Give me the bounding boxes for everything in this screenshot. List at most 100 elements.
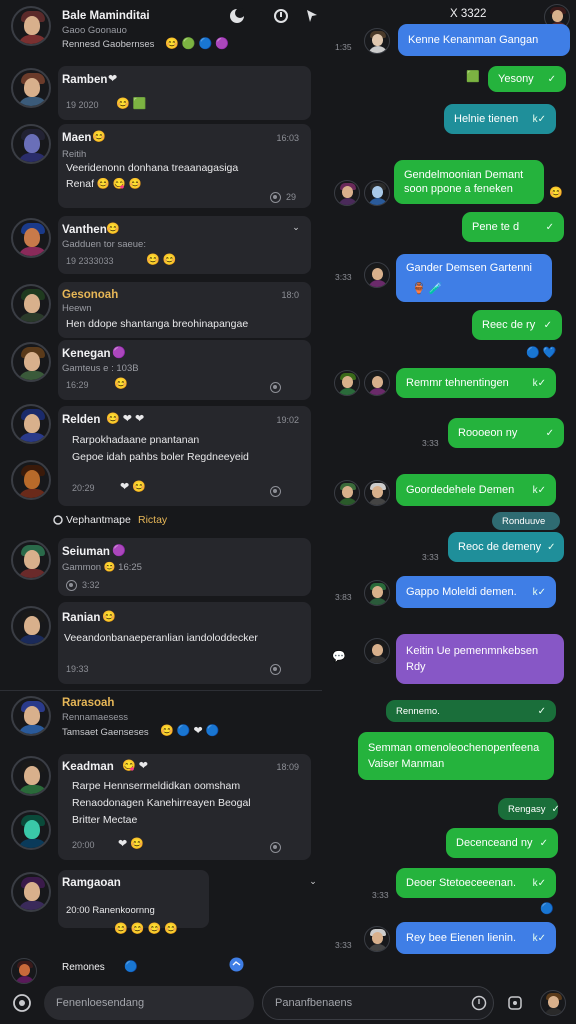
message-avatar[interactable] <box>364 180 390 206</box>
section-emoji: 😊 🔵 ❤ 🔵 <box>160 725 220 737</box>
moon-icon[interactable] <box>228 7 246 25</box>
conversation-sub: Gammon 😊 16:25 <box>62 562 142 573</box>
conversation-card[interactable]: Ramgaoan 20:00 Ranenkoornng <box>58 870 209 928</box>
conversation-avatar[interactable] <box>11 460 51 500</box>
message-avatar[interactable] <box>364 262 390 288</box>
conversation-card[interactable]: Kenegan 🟣 Gamteus e : 103B 16:29 😊 <box>58 340 311 400</box>
conversation-avatar[interactable] <box>11 958 37 984</box>
message-bubble[interactable]: Reoc de demeny ✓ <box>448 532 564 562</box>
message-avatar[interactable] <box>334 480 360 506</box>
avatar[interactable] <box>11 696 51 736</box>
read-status-icon <box>270 192 281 203</box>
message-bubble[interactable]: Goordedehele Demen k✓ <box>396 474 556 506</box>
conversation-card[interactable]: Gesonoah 18:0 Heewn Hen ddope shantanga … <box>58 282 311 338</box>
message-bubble[interactable]: Pene te d ✓ <box>462 212 564 242</box>
chevron-down-icon[interactable]: ⌄ <box>291 222 301 232</box>
conversation-avatar[interactable] <box>11 404 51 444</box>
message-time: 3:33 <box>422 552 439 562</box>
message-emoji: 😊 <box>549 187 563 199</box>
conversation-emoji: 🟣 <box>112 347 126 359</box>
chevron-down-icon[interactable]: ⌄ <box>308 876 318 886</box>
conversation-card[interactable]: Relden 😊 ❤ ❤ 19:02 Rarpokhadaane pnantan… <box>58 406 311 506</box>
message-text: Gander Demsen Gartenni <box>406 262 532 274</box>
message-input-placeholder: Fenenloesendang <box>56 997 145 1009</box>
message-text: Gappo Moleldi demen. <box>406 586 517 598</box>
message-bubble[interactable]: Helnie tienen k✓ <box>444 104 556 134</box>
message-bubble[interactable]: Rey bee Eienen lienin. k✓ <box>396 922 556 954</box>
attachment-icon[interactable] <box>506 994 524 1012</box>
conversation-avatar[interactable] <box>11 540 51 580</box>
conversation-emoji: 😊 ❤ ❤ <box>106 413 145 425</box>
conversation-preview-3: Britter Mectae <box>72 814 138 826</box>
conversation-name: Gesonoah <box>62 289 119 301</box>
message-avatar[interactable] <box>364 638 390 664</box>
conversation-name: Remones <box>62 962 105 973</box>
message-avatar[interactable] <box>364 370 390 396</box>
message-bubble[interactable]: Semman omenoleochenopenfeena Vaiser Manm… <box>358 732 554 780</box>
conversation-card[interactable]: Seiuman 🟣 Gammon 😊 16:25 3:32 <box>58 538 311 596</box>
message-bubble[interactable]: Remmr tehnentingen k✓ <box>396 368 556 398</box>
message-avatar[interactable] <box>364 580 390 606</box>
section-title: Rarasoah <box>62 697 115 709</box>
message-bubble[interactable]: Decenceand ny ✓ <box>446 828 558 858</box>
sticker-icon[interactable] <box>11 992 33 1014</box>
conversation-card[interactable]: Ranian 😊 Veeandonbanaeperanlian iandolod… <box>58 602 311 684</box>
message-text: Semman omenoleochenopenfeena Vaiser Manm… <box>368 742 540 770</box>
conversation-avatar[interactable] <box>11 606 51 646</box>
message-text: Kenne Kenanman Gangan <box>408 34 539 46</box>
message-avatar[interactable] <box>334 370 360 396</box>
message-avatar[interactable] <box>364 480 390 506</box>
chat-title: X 3322 <box>450 8 487 20</box>
conversation-avatar[interactable] <box>11 342 51 382</box>
message-input[interactable]: Fenenloesendang <box>44 986 254 1020</box>
message-bubble[interactable]: Roooeon ny ✓ <box>448 418 564 448</box>
conversation-name: Kenegan <box>62 348 111 360</box>
conversation-avatar[interactable] <box>11 872 51 912</box>
conversation-avatar[interactable] <box>11 218 51 258</box>
conversation-card[interactable]: Maen 😊 16:03 Reitih Veeridenonn donhana … <box>58 124 311 208</box>
message-bubble[interactable]: Yesony ✓ <box>488 66 566 92</box>
chat-bubble-icon[interactable] <box>228 956 244 972</box>
conversation-card[interactable]: Vanthen 😊 Gadduen tor saeue: 19 2333033 … <box>58 216 311 274</box>
conversation-time: 16:29 <box>66 380 89 390</box>
message-bubble[interactable]: Keitin Ue pemenmnkebsen Rdy <box>396 634 564 684</box>
conversation-avatar[interactable] <box>11 68 51 108</box>
conversation-avatar[interactable] <box>11 124 51 164</box>
message-avatar[interactable] <box>364 28 390 54</box>
message-avatar[interactable] <box>364 926 390 952</box>
conversation-card[interactable]: Keadman 😋 ❤ 18:09 Rarpe Hennsermeldidkan… <box>58 754 311 860</box>
message-avatar[interactable] <box>334 180 360 206</box>
conversation-preview: Hen ddope shantanga breohinapangae <box>66 318 249 330</box>
timer-icon[interactable] <box>470 994 488 1012</box>
refresh-icon[interactable] <box>272 7 290 25</box>
message-bubble[interactable]: Kenne Kenanman Gangan <box>398 24 570 56</box>
message-reaction: 🔵 💙 <box>526 347 557 359</box>
conversation-extra: 😊 😊 <box>146 254 177 266</box>
message-bubble[interactable]: Gendelmoonian Demant soon ppone a feneke… <box>394 160 544 204</box>
message-bubble[interactable]: Gappo Moleldi demen. k✓ <box>396 576 556 608</box>
read-status-icon: ✓ <box>551 803 560 815</box>
message-time: 3:33 <box>335 272 352 282</box>
conversation-avatar[interactable] <box>11 756 51 796</box>
user-avatar[interactable] <box>540 990 566 1016</box>
header-emoji: 😊 🟢 🔵 🟣 <box>165 38 229 50</box>
message-text: Rey bee Eienen lienin. <box>406 932 517 944</box>
avatar[interactable] <box>11 6 51 46</box>
read-status-icon: ✓ <box>547 541 556 553</box>
section-subtitle: Rennamaesess <box>62 712 129 723</box>
message-bubble[interactable]: Rennemo. ✓ <box>386 700 556 722</box>
conversation-time: 3:32 <box>82 580 100 590</box>
message-bubble[interactable]: Reec de ry ✓ <box>472 310 562 340</box>
page-title: Bale Maminditai <box>62 10 150 22</box>
conversation-time-top: 19:02 <box>276 415 299 425</box>
conversation-card[interactable]: Ramben ❤ 19 2020 😊 🟩 <box>58 66 311 120</box>
conversation-avatar[interactable] <box>11 284 51 324</box>
conversation-emoji: 🔵 <box>124 961 138 973</box>
chat-message-input[interactable]: Pananfbenaens <box>262 986 494 1020</box>
message-bubble[interactable]: Rengasy ✓ <box>498 798 560 820</box>
conversation-avatar[interactable] <box>11 810 51 850</box>
pin-icon[interactable] <box>303 7 321 25</box>
conversation-name: Relden <box>62 414 101 426</box>
message-bubble[interactable]: Ronduuve <box>492 512 560 530</box>
message-bubble[interactable]: Deoer Stetoeceeenan. k✓ <box>396 868 556 898</box>
